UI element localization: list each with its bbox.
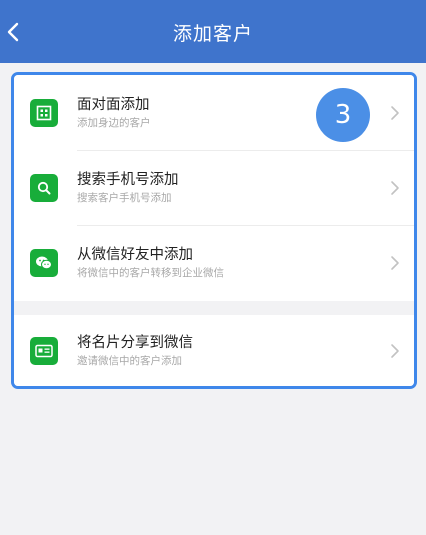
share-card-group: 将名片分享到微信 邀请微信中的客户添加 — [14, 315, 414, 386]
item-title: 面对面添加 — [77, 96, 150, 113]
item-title: 将名片分享到微信 — [77, 334, 193, 351]
qr-code-icon — [30, 98, 58, 127]
page-title: 添加客户 — [172, 22, 253, 45]
chevron-right-icon — [391, 343, 399, 358]
chevron-right-icon — [391, 255, 399, 270]
back-button[interactable] — [2, 19, 24, 45]
item-subtitle: 将微信中的客户转移到企业微信 — [77, 266, 224, 279]
item-subtitle: 邀请微信中的客户添加 — [77, 354, 182, 367]
search-icon — [30, 173, 58, 202]
header-bar: 添加客户 — [0, 0, 426, 63]
chevron-right-icon — [391, 105, 399, 120]
item-title: 搜索手机号添加 — [77, 171, 179, 188]
item-subtitle: 搜索客户手机号添加 — [77, 191, 172, 204]
wechat-friends-add-item[interactable]: 从微信好友中添加 将微信中的客户转移到企业微信 — [14, 225, 414, 300]
step-number-badge: 3 — [316, 88, 370, 142]
item-subtitle: 添加身边的客户 — [77, 116, 151, 129]
item-title: 从微信好友中添加 — [77, 246, 193, 263]
chevron-left-icon — [7, 22, 19, 42]
business-card-icon — [30, 336, 58, 365]
chevron-right-icon — [391, 180, 399, 195]
wechat-icon — [30, 248, 58, 277]
search-phone-add-item[interactable]: 搜索手机号添加 搜索客户手机号添加 — [14, 150, 414, 225]
share-card-to-wechat-item[interactable]: 将名片分享到微信 邀请微信中的客户添加 — [14, 315, 414, 386]
